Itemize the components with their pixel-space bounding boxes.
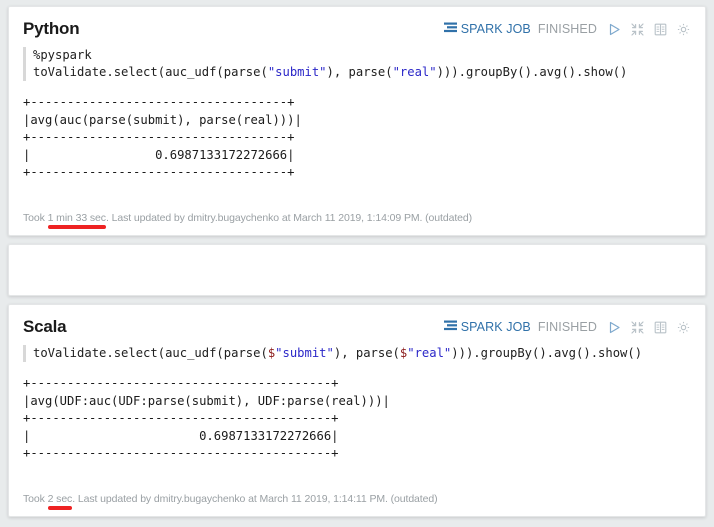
spark-job-icon <box>443 320 457 335</box>
spark-job-link-python[interactable]: SPARK JOB <box>443 22 531 37</box>
code-token: ), parse( <box>333 346 400 360</box>
notebook-page: Python SPARK JOB FINISHED %pyspark toVal… <box>0 0 714 527</box>
took-prefix: Took <box>23 493 48 505</box>
code-token: ))).groupBy().avg().show() <box>436 65 628 79</box>
paragraph-toolbar-scala: SPARK JOB FINISHED <box>443 317 691 335</box>
output-table-python: +-----------------------------------+ |a… <box>23 94 691 182</box>
code-line: %pyspark <box>33 47 691 64</box>
paragraph-footer-scala: Took 2 sec. Last updated by dmitry.bugay… <box>23 493 438 510</box>
paragraph-header-python: Python SPARK JOB FINISHED <box>23 19 691 45</box>
minimize-icon[interactable] <box>629 319 645 335</box>
output-row: |avg(auc(parse(submit), parse(real)))| <box>23 112 302 127</box>
output-row: +-----------------------------------+ <box>23 95 295 109</box>
output-row: +---------------------------------------… <box>23 411 339 425</box>
last-updated-text: . Last updated by dmitry.bugaychenko at … <box>105 212 473 224</box>
book-icon[interactable] <box>652 21 668 37</box>
took-prefix: Took <box>23 212 48 224</box>
code-editor-python[interactable]: %pyspark toValidate.select(auc_udf(parse… <box>23 47 691 81</box>
output-row: +-----------------------------------+ <box>23 165 295 179</box>
spark-job-link-scala[interactable]: SPARK JOB <box>443 320 531 335</box>
output-row: +---------------------------------------… <box>23 446 339 460</box>
output-row: +-----------------------------------+ <box>23 130 295 144</box>
output-row: | 0.6987133172272666| <box>23 147 295 162</box>
book-icon[interactable] <box>652 319 668 335</box>
page-title-python: Python <box>23 19 80 38</box>
paragraph-header-scala: Scala SPARK JOB FINISHED <box>23 317 691 343</box>
paragraph-scala[interactable]: Scala SPARK JOB FINISHED toValidate.sele… <box>8 304 706 517</box>
paragraph-footer-python: Took 1 min 33 sec. Last updated by dmitr… <box>23 212 473 229</box>
code-magic-token: %pyspark <box>33 48 92 62</box>
spark-job-label-python: SPARK JOB <box>460 22 531 36</box>
spark-job-icon <box>443 22 457 37</box>
gear-icon[interactable] <box>675 21 691 37</box>
code-line: toValidate.select(auc_udf(parse("submit"… <box>33 64 691 81</box>
play-icon[interactable] <box>606 21 622 37</box>
spark-job-label-scala: SPARK JOB <box>460 320 531 334</box>
output-row: | 0.6987133172272666| <box>23 428 339 443</box>
code-editor-scala[interactable]: toValidate.select(auc_udf(parse($"submit… <box>23 345 691 362</box>
code-token: ), parse( <box>326 65 393 79</box>
code-token: toValidate.select(auc_udf(parse( <box>33 65 268 79</box>
status-badge-python: FINISHED <box>537 22 597 36</box>
status-badge-scala: FINISHED <box>537 320 597 334</box>
page-title-scala: Scala <box>23 317 67 336</box>
last-updated-text: . Last updated by dmitry.bugaychenko at … <box>72 493 438 505</box>
output-row: |avg(UDF:auc(UDF:parse(submit), UDF:pars… <box>23 393 390 408</box>
code-string-literal: "real" <box>407 346 452 360</box>
took-duration: 1 min 33 sec <box>47 212 107 229</box>
paragraph-blank[interactable] <box>8 244 706 296</box>
code-line: toValidate.select(auc_udf(parse($"submit… <box>33 345 691 362</box>
minimize-icon[interactable] <box>629 21 645 37</box>
play-icon[interactable] <box>606 319 622 335</box>
code-token: ))).groupBy().avg().show() <box>451 346 643 360</box>
output-table-scala: +---------------------------------------… <box>23 375 691 463</box>
code-token: toValidate.select(auc_udf(parse( <box>33 346 268 360</box>
paragraph-toolbar-python: SPARK JOB FINISHED <box>443 19 691 37</box>
code-string-literal: "submit" <box>275 346 334 360</box>
gear-icon[interactable] <box>675 319 691 335</box>
code-string-literal: "real" <box>392 65 437 79</box>
code-string-literal: "submit" <box>267 65 327 79</box>
took-duration: 2 sec <box>47 493 73 510</box>
paragraph-python[interactable]: Python SPARK JOB FINISHED %pyspark toVal… <box>8 6 706 236</box>
output-row: +---------------------------------------… <box>23 376 339 390</box>
